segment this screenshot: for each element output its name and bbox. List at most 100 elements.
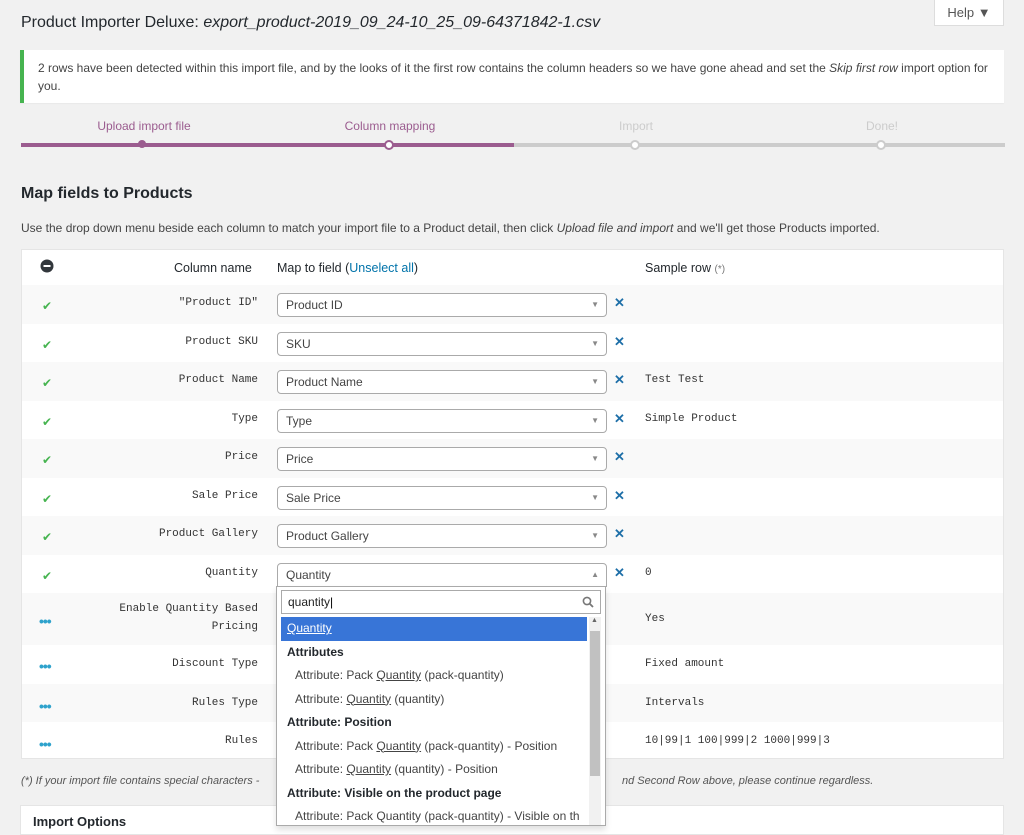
clear-field-icon[interactable]: ✕ bbox=[614, 372, 625, 388]
dropdown-option[interactable]: Attribute: Quantity (quantity) bbox=[281, 688, 587, 712]
chevron-down-icon: ▼ bbox=[591, 454, 599, 463]
table-row: ✔ Sale Price Sale Price ▼ ✕ bbox=[22, 478, 1003, 517]
column-name: Discount Type bbox=[172, 658, 258, 670]
check-icon: ✔ bbox=[42, 453, 53, 467]
dropdown-search-input[interactable]: quantity| bbox=[281, 590, 601, 614]
field-select[interactable]: Product ID ▼ bbox=[277, 293, 607, 317]
field-select-value: Type bbox=[286, 413, 313, 428]
column-name: Enable Quantity Based Pricing bbox=[119, 600, 258, 636]
header-sample-label: Sample row bbox=[645, 261, 711, 275]
dropdown-scroll-thumb[interactable] bbox=[590, 631, 600, 776]
option-text: Attribute: bbox=[295, 762, 347, 776]
column-name: Product SKU bbox=[185, 335, 258, 348]
section-description: Use the drop down menu beside each colum… bbox=[21, 221, 880, 235]
chevron-down-icon: ▼ bbox=[591, 492, 599, 502]
more-icon: ••• bbox=[39, 697, 52, 714]
field-select[interactable]: Price ▼ bbox=[277, 447, 607, 471]
field-select-value: Sale Price bbox=[286, 490, 341, 505]
column-name-line-2: Pricing bbox=[211, 621, 258, 633]
sample-value: Test Test bbox=[645, 374, 705, 386]
sample-value: Intervals bbox=[645, 696, 705, 709]
check-icon: ✔ bbox=[42, 568, 53, 583]
chevron-down-icon: ▼ bbox=[591, 531, 599, 540]
header-sample-row: Sample row (*) bbox=[645, 261, 725, 275]
clear-field-icon[interactable]: ✕ bbox=[614, 334, 625, 350]
page-title: Product Importer Deluxe: export_product-… bbox=[21, 14, 600, 32]
check-icon: ✔ bbox=[42, 376, 53, 390]
header-column-name: Column name bbox=[174, 261, 252, 275]
dropdown-group-label: Attribute: Visible on the product page bbox=[287, 785, 502, 800]
field-select[interactable]: Quantity ▲ bbox=[277, 562, 607, 587]
option-text: (quantity) bbox=[391, 691, 445, 706]
page-title-filename: export_product-2019_09_24-10_25_09-64371… bbox=[203, 14, 601, 31]
sample-value: 0 bbox=[645, 566, 652, 579]
progress-line-done bbox=[21, 143, 514, 147]
column-name: Type bbox=[231, 412, 258, 425]
option-match: Quantity bbox=[346, 691, 392, 706]
field-select[interactable]: Type ▼ bbox=[277, 408, 607, 433]
dropdown-option[interactable]: Attribute: Pack Quantity (pack-quantity)… bbox=[281, 735, 587, 759]
dropdown-search-value: quantity bbox=[288, 595, 331, 609]
dropdown-option[interactable]: Attribute: Pack Quantity (pack-quantity)… bbox=[281, 805, 587, 825]
scroll-up-icon[interactable]: ▲ bbox=[591, 617, 598, 624]
unselect-all-link[interactable]: Unselect all bbox=[349, 261, 414, 275]
toggle-all-icon[interactable] bbox=[40, 259, 54, 276]
option-text: (pack-quantity) bbox=[421, 668, 504, 682]
field-select[interactable]: SKU ▼ bbox=[277, 331, 607, 356]
field-select-value: Product Gallery bbox=[286, 529, 369, 543]
clear-field-icon[interactable]: ✕ bbox=[614, 449, 625, 465]
sample-value: 10|99|1 100|999|2 1000|999|3 bbox=[645, 735, 830, 747]
table-row: ✔ Price Price ▼ ✕ bbox=[22, 439, 1003, 478]
field-dropdown: quantity| Quantity Attributes Attribute:… bbox=[276, 586, 606, 826]
clear-field-icon[interactable]: ✕ bbox=[614, 488, 625, 504]
column-name: Sale Price bbox=[191, 489, 258, 502]
option-match: Quantity bbox=[376, 738, 422, 753]
step-mapping-dot bbox=[384, 140, 394, 150]
dropdown-options: Quantity Attributes Attribute: Pack Quan… bbox=[281, 617, 587, 825]
field-select-value: Quantity bbox=[286, 567, 331, 582]
field-select[interactable]: Product Gallery ▼ bbox=[277, 524, 607, 548]
help-button[interactable]: Help ▼ bbox=[934, 0, 1004, 26]
table-row: ✔ Product Gallery Product Gallery ▼ ✕ bbox=[22, 516, 1003, 555]
header-sample-note: (*) bbox=[714, 264, 726, 275]
check-icon: ✔ bbox=[42, 337, 53, 352]
column-name: Price bbox=[224, 451, 258, 463]
step-mapping-label: Column mapping bbox=[344, 119, 436, 133]
column-name: Quantity bbox=[205, 566, 258, 579]
clear-field-icon[interactable]: ✕ bbox=[614, 295, 625, 311]
chevron-down-icon: ▼ bbox=[591, 415, 599, 425]
field-select-value: SKU bbox=[286, 336, 311, 351]
field-select[interactable]: Sale Price ▼ bbox=[277, 485, 607, 510]
column-name-line-1: Enable Quantity Based bbox=[119, 603, 258, 615]
sample-value: Fixed amount bbox=[645, 658, 725, 670]
dropdown-option[interactable]: Quantity bbox=[281, 617, 587, 641]
dropdown-option[interactable]: Attribute: Pack Quantity (pack-quantity) bbox=[281, 664, 587, 688]
desc-em: Upload file and import bbox=[556, 221, 674, 235]
notice-text-a: 2 rows have been detected within this im… bbox=[38, 61, 830, 75]
header-map-to: Map to field (Unselect all) bbox=[277, 261, 418, 275]
step-import-dot bbox=[630, 140, 640, 150]
option-match: Quantity bbox=[346, 762, 392, 776]
step-upload-dot bbox=[138, 140, 146, 148]
option-text: Attribute: bbox=[295, 691, 347, 706]
desc-b: and we'll get those Products imported. bbox=[673, 221, 880, 235]
field-select[interactable]: Product Name ▼ bbox=[277, 370, 607, 394]
step-import-label: Import bbox=[618, 119, 653, 133]
table-row: ✔ Product SKU SKU ▼ ✕ bbox=[22, 324, 1003, 363]
option-match: Quantity bbox=[376, 668, 422, 682]
step-upload-label: Upload import file bbox=[97, 119, 191, 133]
check-icon: ✔ bbox=[42, 414, 53, 429]
column-name: Product Name bbox=[178, 374, 258, 386]
footnote-right: nd Second Row above, please continue reg… bbox=[622, 775, 874, 787]
clear-field-icon[interactable]: ✕ bbox=[614, 526, 625, 542]
column-name: Rules bbox=[224, 735, 258, 747]
step-done-dot bbox=[876, 140, 886, 150]
clear-field-icon[interactable]: ✕ bbox=[614, 411, 625, 427]
chevron-down-icon: ▼ bbox=[591, 377, 599, 386]
field-select-value: Product Name bbox=[286, 375, 363, 389]
sample-value: Simple Product bbox=[645, 412, 738, 425]
dropdown-option[interactable]: Attribute: Quantity (quantity) - Positio… bbox=[281, 758, 587, 782]
clear-field-icon[interactable]: ✕ bbox=[614, 565, 625, 581]
step-done-label: Done! bbox=[865, 119, 899, 133]
more-icon: ••• bbox=[39, 658, 52, 674]
